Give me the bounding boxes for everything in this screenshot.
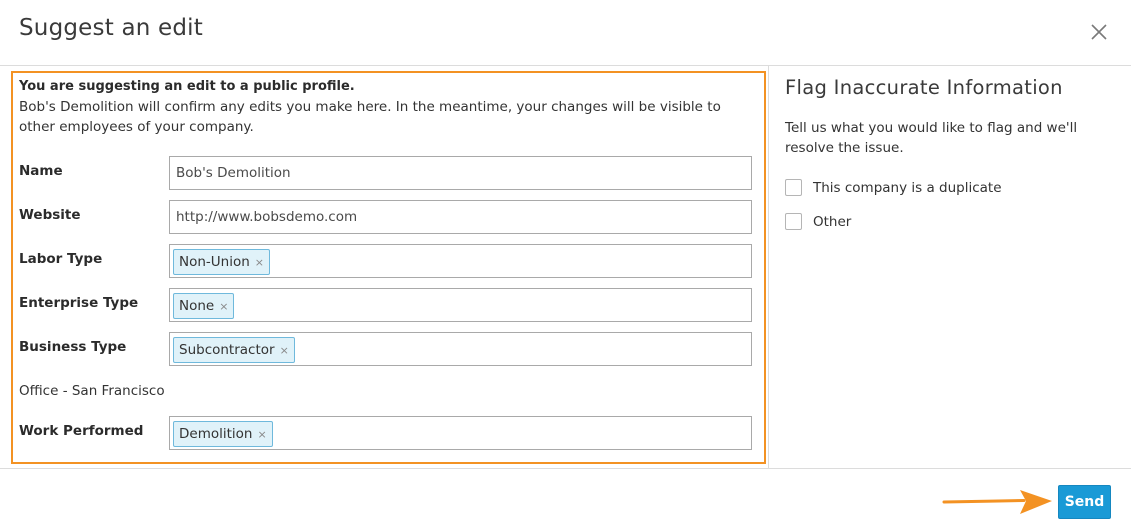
labor-type-tag: Non-Union × xyxy=(173,249,271,275)
website-input[interactable] xyxy=(170,201,751,233)
enterprise-type-label: Enterprise Type xyxy=(19,295,139,311)
website-field[interactable] xyxy=(169,200,752,234)
remove-tag-icon[interactable]: × xyxy=(255,256,264,269)
work-performed-label: Work Performed xyxy=(19,423,144,439)
dialog-title: Suggest an edit xyxy=(19,15,203,41)
website-label: Website xyxy=(19,207,81,223)
flag-option-other[interactable]: Other xyxy=(785,213,851,230)
business-type-tag: Subcontractor × xyxy=(173,337,295,363)
dialog-header: Suggest an edit xyxy=(0,0,1131,66)
remove-tag-icon[interactable]: × xyxy=(280,344,289,357)
remove-tag-icon[interactable]: × xyxy=(219,300,228,313)
business-type-label: Business Type xyxy=(19,339,127,355)
name-label: Name xyxy=(19,163,63,179)
enterprise-type-tag: None × xyxy=(173,293,235,319)
work-performed-tag: Demolition × xyxy=(173,421,273,447)
intro-text: Bob's Demolition will confirm any edits … xyxy=(19,99,721,135)
tag-label: Non-Union xyxy=(179,254,250,270)
flag-option-duplicate[interactable]: This company is a duplicate xyxy=(785,179,1002,196)
tag-label: None xyxy=(179,298,215,314)
office-label: Office - San Francisco xyxy=(19,383,165,399)
business-type-field[interactable]: Subcontractor × xyxy=(169,332,752,366)
close-icon[interactable] xyxy=(1087,20,1111,44)
enterprise-type-field[interactable]: None × xyxy=(169,288,752,322)
duplicate-checkbox-label: This company is a duplicate xyxy=(813,179,1002,196)
duplicate-checkbox[interactable] xyxy=(785,179,802,196)
tag-label: Demolition xyxy=(179,426,253,442)
name-field[interactable] xyxy=(169,156,752,190)
tag-label: Subcontractor xyxy=(179,342,275,358)
send-button[interactable]: Send xyxy=(1058,485,1111,519)
other-checkbox-label: Other xyxy=(813,213,852,230)
arrow-right-icon xyxy=(942,490,1052,514)
panel-divider xyxy=(768,66,769,468)
work-performed-field[interactable]: Demolition × xyxy=(169,416,752,450)
labor-type-label: Labor Type xyxy=(19,251,103,267)
flag-title: Flag Inaccurate Information xyxy=(785,76,1063,99)
name-input[interactable] xyxy=(170,157,751,189)
footer-divider xyxy=(0,468,1131,469)
flag-description: Tell us what you would like to flag and … xyxy=(785,120,1078,156)
intro-title: You are suggesting an edit to a public p… xyxy=(19,79,355,94)
remove-tag-icon[interactable]: × xyxy=(257,428,266,441)
labor-type-field[interactable]: Non-Union × xyxy=(169,244,752,278)
other-checkbox[interactable] xyxy=(785,213,802,230)
